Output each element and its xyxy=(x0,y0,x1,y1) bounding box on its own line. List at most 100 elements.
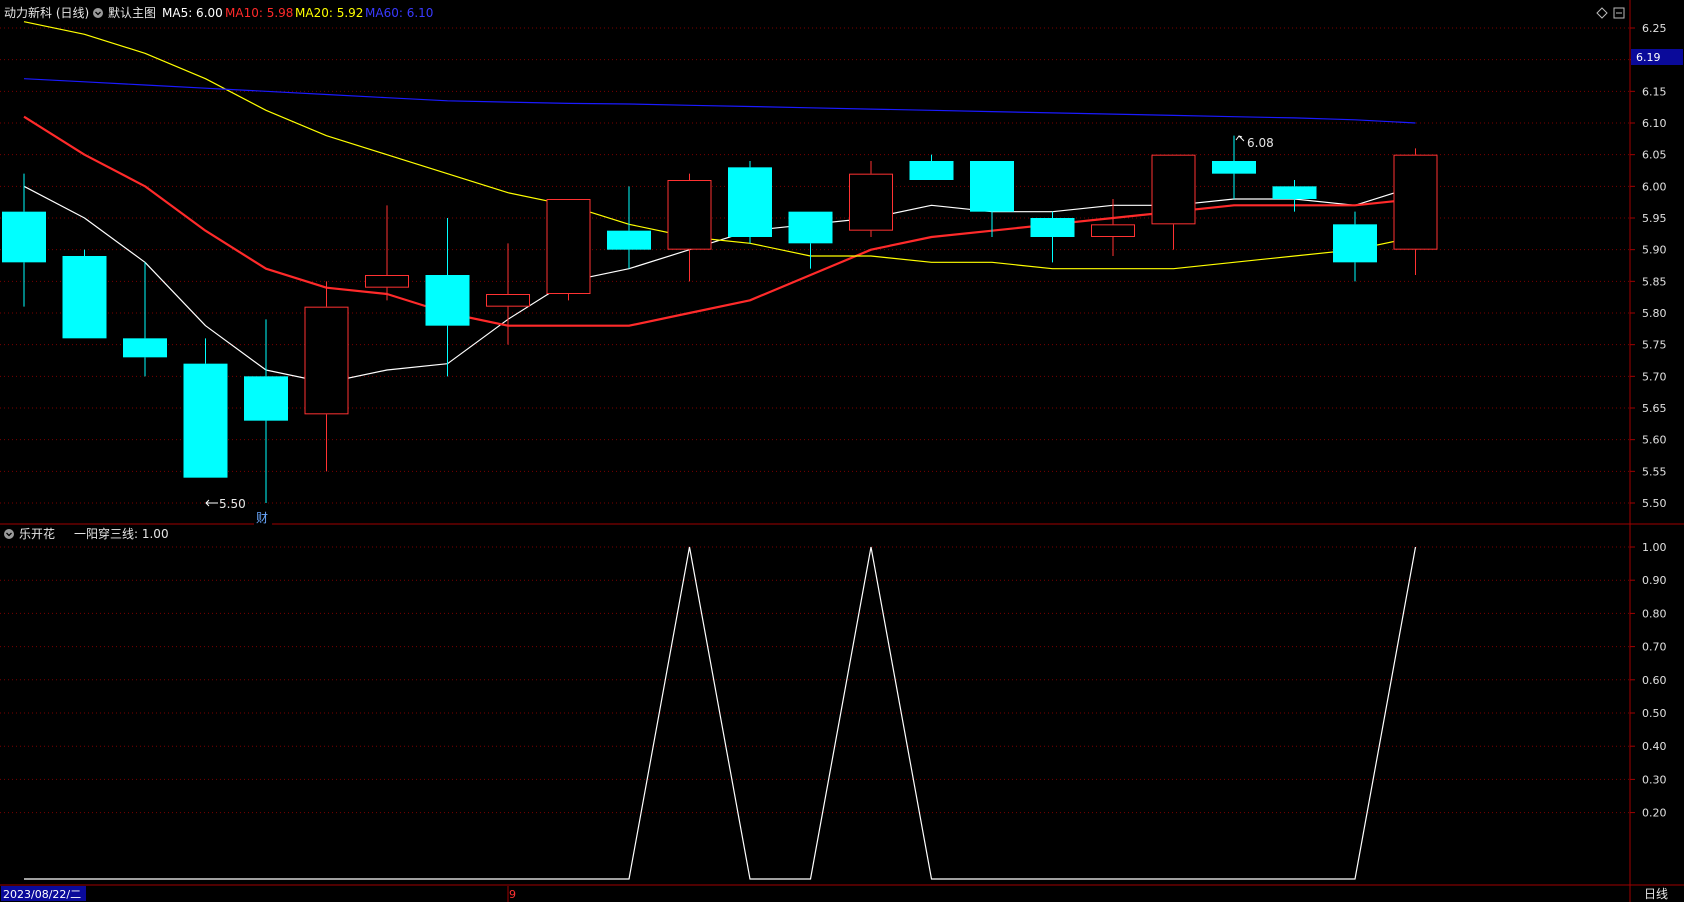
candle-down xyxy=(1333,211,1377,282)
main-axis-tick-label: 5.70 xyxy=(1642,370,1667,383)
indicator-dropdown-icon[interactable] xyxy=(4,529,14,539)
template-dropdown-icon[interactable] xyxy=(93,8,103,18)
main-axis-tick-label: 5.55 xyxy=(1642,465,1667,478)
candle-up xyxy=(486,243,530,345)
candle-down xyxy=(62,249,107,339)
sub-value-axis: 1.00 0.90 0.80 0.70 0.60 0.50 0.40 0.30 0.20 xyxy=(1630,541,1667,820)
sub-axis-tick-label: 0.80 xyxy=(1642,607,1667,620)
candle-body xyxy=(425,275,470,326)
high-annotation: 6.08 xyxy=(1235,135,1274,150)
sub-axis-tick-label: 0.40 xyxy=(1642,740,1667,753)
candle-up xyxy=(667,173,712,282)
sub-axis-tick-label: 1.00 xyxy=(1642,541,1667,554)
stock-name: 动力新科 (日线) xyxy=(4,5,89,20)
candle-down xyxy=(728,161,772,244)
ma20-label: MA20: 5.92 xyxy=(295,6,363,20)
month-marker: 9 xyxy=(509,888,516,901)
diamond-icon[interactable] xyxy=(1596,7,1608,19)
finance-marker[interactable]: 财 xyxy=(254,510,272,525)
candle-down xyxy=(2,173,46,307)
footer: 2023/08/22/二 9 日线 xyxy=(1,886,1668,902)
candle-body xyxy=(2,211,46,263)
main-axis-tick-label: 5.90 xyxy=(1642,244,1667,257)
candle-body xyxy=(123,338,167,358)
main-axis-tick-label: 5.95 xyxy=(1642,212,1667,225)
candle-body xyxy=(1212,161,1256,174)
current-price-tag: 6.19 xyxy=(1631,49,1683,65)
candle-body xyxy=(849,173,893,231)
ma60-label: MA60: 6.10 xyxy=(365,6,433,20)
candle-body xyxy=(788,211,833,244)
main-price-axis: 6.256.206.156.106.056.005.955.905.855.80… xyxy=(1630,22,1667,510)
sub-grid xyxy=(0,546,1630,814)
sub-axis-tick-label: 0.30 xyxy=(1642,773,1667,786)
candle-body xyxy=(1393,154,1438,250)
main-axis-tick-label: 6.10 xyxy=(1642,117,1667,130)
candle-body xyxy=(486,294,530,307)
svg-text:5.50: 5.50 xyxy=(219,497,246,511)
candle-body xyxy=(244,376,288,421)
candle-down xyxy=(970,161,1014,237)
main-axis-tick-label: 6.25 xyxy=(1642,22,1667,35)
sub-axis-tick-label: 0.70 xyxy=(1642,641,1667,654)
indicator-name[interactable]: 乐开花 xyxy=(19,526,55,541)
candlesticks xyxy=(2,135,1438,503)
sub-axis-tick-label: 0.90 xyxy=(1642,574,1667,587)
ma5-line xyxy=(23,185,1416,384)
candle-body xyxy=(365,275,409,288)
low-annotation: 5.50 xyxy=(205,497,246,511)
main-axis-tick-label: 5.60 xyxy=(1642,434,1667,447)
candle-body xyxy=(970,161,1014,212)
sub-header: 乐开花 一阳穿三线: 1.00 xyxy=(4,526,169,541)
candle-up xyxy=(304,281,349,472)
candle-up xyxy=(849,161,893,237)
period-label[interactable]: 日线 xyxy=(1644,887,1668,901)
main-axis-tick-label: 6.00 xyxy=(1642,180,1667,193)
svg-text:财: 财 xyxy=(256,511,268,525)
ma5-label: MA5: 6.00 xyxy=(162,6,223,20)
main-axis-tick-label: 5.80 xyxy=(1642,307,1667,320)
candle-down xyxy=(183,338,228,478)
candle-up xyxy=(1091,199,1135,256)
ma10-label: MA10: 5.98 xyxy=(225,6,293,20)
candle-up xyxy=(365,205,409,301)
sub-axis-tick-label: 0.20 xyxy=(1642,807,1667,820)
main-axis-tick-label: 5.50 xyxy=(1642,497,1667,510)
date-start-label: 2023/08/22/二 xyxy=(3,888,81,901)
candle-body xyxy=(1151,154,1196,225)
stock-chart: 6.256.206.156.106.056.005.955.905.855.80… xyxy=(0,0,1684,902)
indicator-value-label: 一阳穿三线: 1.00 xyxy=(74,526,169,541)
candle-body xyxy=(546,199,591,294)
candle-up xyxy=(546,199,591,301)
main-header: 动力新科 (日线) 默认主图 MA5: 6.00 MA10: 5.98 MA20… xyxy=(4,5,1625,20)
candle-body xyxy=(1030,218,1075,237)
template-label[interactable]: 默认主图 xyxy=(108,5,156,20)
candle-body xyxy=(1333,224,1377,263)
candle-down xyxy=(1030,211,1075,263)
candle-body xyxy=(1091,224,1135,237)
candle-body xyxy=(728,167,772,237)
candle-body xyxy=(62,256,107,339)
ma20-line xyxy=(23,21,1416,270)
close-panel-icon[interactable] xyxy=(1613,7,1625,19)
main-axis-tick-label: 6.15 xyxy=(1642,85,1667,98)
ma60-line xyxy=(23,78,1416,124)
main-axis-tick-label: 5.85 xyxy=(1642,275,1667,288)
candle-up xyxy=(1151,154,1196,250)
candle-down xyxy=(788,211,833,269)
main-axis-tick-label: 5.75 xyxy=(1642,339,1667,352)
candle-body xyxy=(909,161,954,180)
sub-axis-tick-label: 0.60 xyxy=(1642,674,1667,687)
svg-text:6.08: 6.08 xyxy=(1247,136,1274,150)
main-axis-tick-label: 5.65 xyxy=(1642,402,1667,415)
candle-body xyxy=(667,180,712,250)
candle-body xyxy=(1272,186,1317,199)
candle-down xyxy=(1272,180,1317,212)
candle-down xyxy=(123,262,167,377)
moving-average-lines xyxy=(23,21,1416,384)
candle-down xyxy=(909,154,954,180)
candle-body xyxy=(607,230,651,250)
chart-frame xyxy=(0,0,1684,902)
ma10-line xyxy=(23,115,1416,327)
sub-axis-tick-label: 0.50 xyxy=(1642,707,1667,720)
